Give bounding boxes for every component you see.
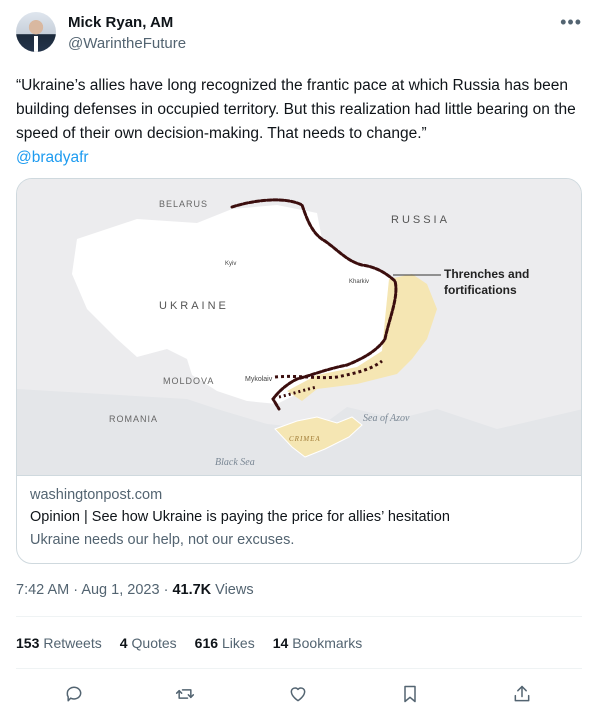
- label-sea-azov: Sea of Azov: [363, 413, 410, 424]
- bookmarks-stat[interactable]: 14 Bookmarks: [273, 635, 363, 651]
- label-black-sea: Black Sea: [215, 457, 255, 468]
- separator: ·: [73, 582, 79, 598]
- timestamp: 7:42 AM · Aug 1, 2023 · 41.7K Views: [16, 582, 254, 598]
- tweet-text: “Ukraine’s allies have long recognized t…: [16, 74, 582, 170]
- retweet-icon[interactable]: [169, 678, 201, 710]
- mention-link[interactable]: @bradyafr: [16, 146, 582, 170]
- time[interactable]: 7:42 AM: [16, 582, 69, 598]
- quotes-stat[interactable]: 4 Quotes: [120, 635, 177, 651]
- map-image[interactable]: Threnches and fortifications BELARUS RUS…: [17, 179, 581, 475]
- views-label: Views: [215, 582, 254, 598]
- divider: [16, 616, 582, 617]
- legend-line1: Threnches and: [444, 267, 529, 281]
- avatar[interactable]: [16, 12, 56, 52]
- action-bar: [16, 678, 582, 710]
- divider: [16, 668, 582, 669]
- card-description: Ukraine needs our help, not our excuses.: [30, 532, 295, 548]
- retweets-stat[interactable]: 153 Retweets: [16, 635, 102, 651]
- label-crimea: CRIMEA: [289, 435, 321, 443]
- tweet-body: “Ukraine’s allies have long recognized t…: [16, 77, 576, 142]
- bookmark-icon[interactable]: [394, 678, 426, 710]
- card-meta[interactable]: washingtonpost.com Opinion | See how Ukr…: [17, 475, 581, 563]
- label-mykolaiv: Mykolaiv: [245, 376, 273, 383]
- like-icon[interactable]: [282, 678, 314, 710]
- label-ukraine: UKRAINE: [159, 300, 229, 312]
- likes-stat[interactable]: 616 Likes: [195, 635, 255, 651]
- label-kyiv: Kyiv: [225, 261, 236, 267]
- author-name[interactable]: Mick Ryan, AM: [68, 14, 173, 31]
- stats-row: 153 Retweets 4 Quotes 616 Likes 14 Bookmarks: [16, 635, 362, 651]
- tweet-header: Mick Ryan, AM @WarintheFuture •••: [16, 10, 582, 58]
- reply-icon[interactable]: [58, 678, 90, 710]
- views-count: 41.7K: [172, 582, 212, 598]
- author-handle[interactable]: @WarintheFuture: [68, 35, 186, 52]
- label-romania: ROMANIA: [109, 414, 158, 424]
- more-icon[interactable]: •••: [560, 12, 582, 33]
- card-title[interactable]: Opinion | See how Ukraine is paying the …: [30, 509, 450, 525]
- link-card[interactable]: Threnches and fortifications BELARUS RUS…: [16, 178, 582, 564]
- card-domain: washingtonpost.com: [30, 487, 163, 503]
- share-icon[interactable]: [506, 678, 538, 710]
- legend-line2: fortifications: [444, 283, 517, 297]
- separator: ·: [163, 582, 169, 598]
- date[interactable]: Aug 1, 2023: [81, 582, 159, 598]
- label-moldova: MOLDOVA: [163, 376, 214, 386]
- label-kharkiv: Kharkiv: [349, 279, 369, 285]
- label-belarus: BELARUS: [159, 199, 208, 209]
- label-russia: RUSSIA: [391, 214, 450, 226]
